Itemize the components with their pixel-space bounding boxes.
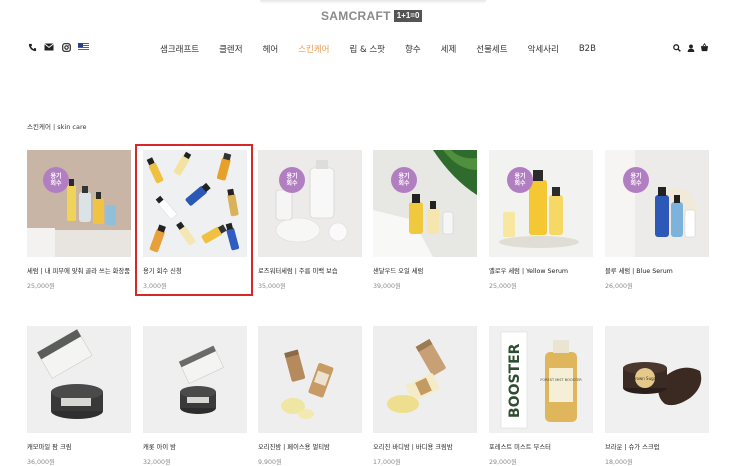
product-name: 오리진 바디밤 | 바디용 크림밤 [373,444,453,451]
product-price: 25,000원 [27,283,55,290]
product-image [143,150,247,257]
product-image: 용기 회수 [258,150,362,257]
product-price: 3,000원 [143,283,167,290]
product-name: 오리진밤 | 페이스용 멀티밤 [258,444,330,451]
product-image [27,326,131,433]
product-price: 29,000원 [489,459,517,466]
product-price: 17,000원 [373,459,401,466]
top-shade [260,0,486,4]
recycle-badge: 용기 회수 [623,167,649,193]
nav-item-gift-set[interactable]: 선물세트 [476,43,507,55]
badge-text-line2: 회수 [398,180,410,187]
nav-item-cleanser[interactable]: 클렌저 [219,43,242,55]
product-price: 39,000원 [373,283,401,290]
product-card-origin-body-balm[interactable]: 오리진 바디밤 | 바디용 크림밤 17,000원 [373,326,477,466]
product-price: 18,000원 [605,459,633,466]
nav-item-detergent[interactable]: 세제 [441,43,457,55]
product-name: 세럼 | 내 피부에 맞춰 골라 쓰는 화장품 [27,268,131,275]
badge-text-line1: 용기 [286,172,298,180]
booster-bottle-label: FOREST MIST BOOSTER [540,378,582,382]
nav-item-samcraft[interactable]: 샘크래프트 [160,43,199,55]
product-image: 용기 회수 [605,150,709,257]
mail-icon[interactable] [44,42,54,52]
product-image [143,326,247,433]
product-price: 36,000원 [27,459,55,466]
product-card-blue-serum[interactable]: 용기 회수 블루 세럼 | Blue Serum 26,000원 [605,150,709,290]
product-card-carrot-eye-balm[interactable]: 캐롯 아이 밤 32,000원 [143,326,247,466]
breadcrumb: 스킨케어 | skin care [27,123,87,131]
nav-item-lip-spot[interactable]: 립 & 스팟 [350,43,386,55]
product-image: 용기 회수 [27,150,131,257]
header-actions [672,43,709,52]
product-card-yellow-serum[interactable]: 용기 회수 옐로우 세럼 | Yellow Serum 25,000원 [489,150,593,290]
product-name: 캐모마일 팜 크림 [27,444,72,451]
badge-text-line2: 회수 [286,180,298,187]
flag-icon[interactable] [78,42,89,52]
nav-item-perfume[interactable]: 향수 [405,43,421,55]
product-image: 용기 회수 [373,150,477,257]
main-nav: 샘크래프트 클렌저 헤어 스킨케어 립 & 스팟 향수 세제 선물세트 악세사리… [160,43,596,55]
product-price: 35,000원 [258,283,286,290]
product-name: 블루 세럼 | Blue Serum [605,268,673,275]
product-card-serum[interactable]: 용기 회수 세럼 | 내 피부에 맞춰 골라 쓰는 화장품 25,000원 [27,150,131,290]
product-card-origin-balm[interactable]: 오리진밤 | 페이스용 멀티밤 9,900원 [258,326,362,466]
nav-item-skincare[interactable]: 스킨케어 [298,43,329,55]
product-name: 샌달우드 오일 세럼 [373,268,424,275]
recycle-badge: 용기 회수 [507,167,533,193]
badge-text-line1: 용기 [630,172,642,180]
badge-text-line2: 회수 [630,180,642,187]
jar-label: Brown Sugar [632,376,658,381]
product-image [373,326,477,433]
product-card-brown-sugar-scrub[interactable]: Brown Sugar 브라운 | 슈가 스크럽 18,000원 [605,326,709,466]
badge-text-line2: 회수 [50,180,62,187]
product-image [258,326,362,433]
brand-logo[interactable]: SAMCRAFT 1+1=0 [321,9,423,23]
product-card-sandalwood-serum[interactable]: 용기 회수 샌달우드 오일 세럼 39,000원 [373,150,477,290]
product-price: 25,000원 [489,283,517,290]
product-image: Brown Sugar [605,326,709,433]
product-image: 용기 회수 [489,150,593,257]
recycle-badge: 용기 회수 [391,167,417,193]
utility-icons [27,42,89,52]
phone-icon[interactable] [27,42,37,52]
brand-tag: 1+1=0 [393,10,423,22]
nav-item-hair[interactable]: 헤어 [263,43,279,55]
product-card-forest-mist-booster[interactable]: BOOSTER FOREST MIST BOOSTER 포레스트 미스트 부스터… [489,326,593,466]
product-price: 26,000원 [605,283,633,290]
recycle-badge: 용기 회수 [43,167,69,193]
booster-box-label: BOOSTER [507,343,523,418]
badge-text-line1: 용기 [514,172,526,180]
badge-text-line1: 용기 [398,172,410,180]
nav-item-accessories[interactable]: 악세사리 [528,43,559,55]
product-name: 포레스트 미스트 부스터 [489,444,551,451]
badge-text-line1: 용기 [50,172,62,180]
product-name: 로즈워터세럼 | 주름 미백 보습 [258,268,338,275]
product-card-container-return[interactable]: 용기 회수 신청 3,000원 [143,150,247,290]
product-price: 9,900원 [258,459,282,466]
product-name: 용기 회수 신청 [143,268,182,275]
user-icon[interactable] [686,43,695,52]
product-name: 옐로우 세럼 | Yellow Serum [489,268,569,275]
search-icon[interactable] [672,43,681,52]
instagram-icon[interactable] [61,42,71,52]
nav-item-b2b[interactable]: B2B [579,44,596,54]
recycle-badge: 용기 회수 [279,167,305,193]
product-price: 32,000원 [143,459,171,466]
cart-icon[interactable] [700,43,709,52]
badge-text-line2: 회수 [514,180,526,187]
product-card-chamomile-balm[interactable]: 캐모마일 팜 크림 36,000원 [27,326,131,466]
product-name: 브라운 | 슈가 스크럽 [605,444,660,451]
product-name: 캐롯 아이 밤 [143,444,176,451]
brand-name: SAMCRAFT [321,9,391,23]
product-image: BOOSTER FOREST MIST BOOSTER [489,326,593,433]
product-card-rosewater-serum[interactable]: 용기 회수 로즈워터세럼 | 주름 미백 보습 35,000원 [258,150,362,290]
